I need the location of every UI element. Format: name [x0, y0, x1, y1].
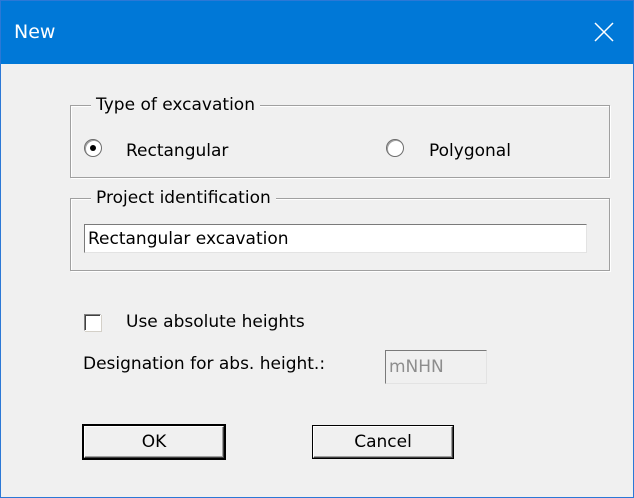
window-title: New — [14, 21, 56, 43]
use-absolute-heights-checkbox[interactable] — [84, 314, 101, 331]
project-identification-input[interactable] — [84, 224, 587, 253]
cancel-button[interactable]: Cancel — [313, 426, 453, 458]
radio-polygonal-button[interactable] — [386, 139, 404, 157]
designation-input — [385, 350, 487, 384]
close-button[interactable] — [575, 1, 633, 64]
radio-selected-dot — [90, 145, 96, 151]
designation-label: Designation for abs. height.: — [83, 354, 326, 374]
radio-polygonal-label[interactable]: Polygonal — [429, 140, 511, 162]
close-icon — [594, 22, 614, 42]
excavation-type-group-title: Type of excavation — [91, 94, 260, 116]
use-absolute-heights-label[interactable]: Use absolute heights — [126, 311, 305, 333]
radio-rectangular-label[interactable]: Rectangular — [126, 140, 228, 162]
new-dialog: New Type of excavation Rectangular Polyg… — [0, 0, 634, 498]
title-bar[interactable]: New — [1, 1, 633, 64]
radio-rectangular-button[interactable] — [84, 139, 102, 157]
ok-button[interactable]: OK — [84, 426, 224, 458]
project-identification-group-title: Project identification — [91, 187, 276, 209]
